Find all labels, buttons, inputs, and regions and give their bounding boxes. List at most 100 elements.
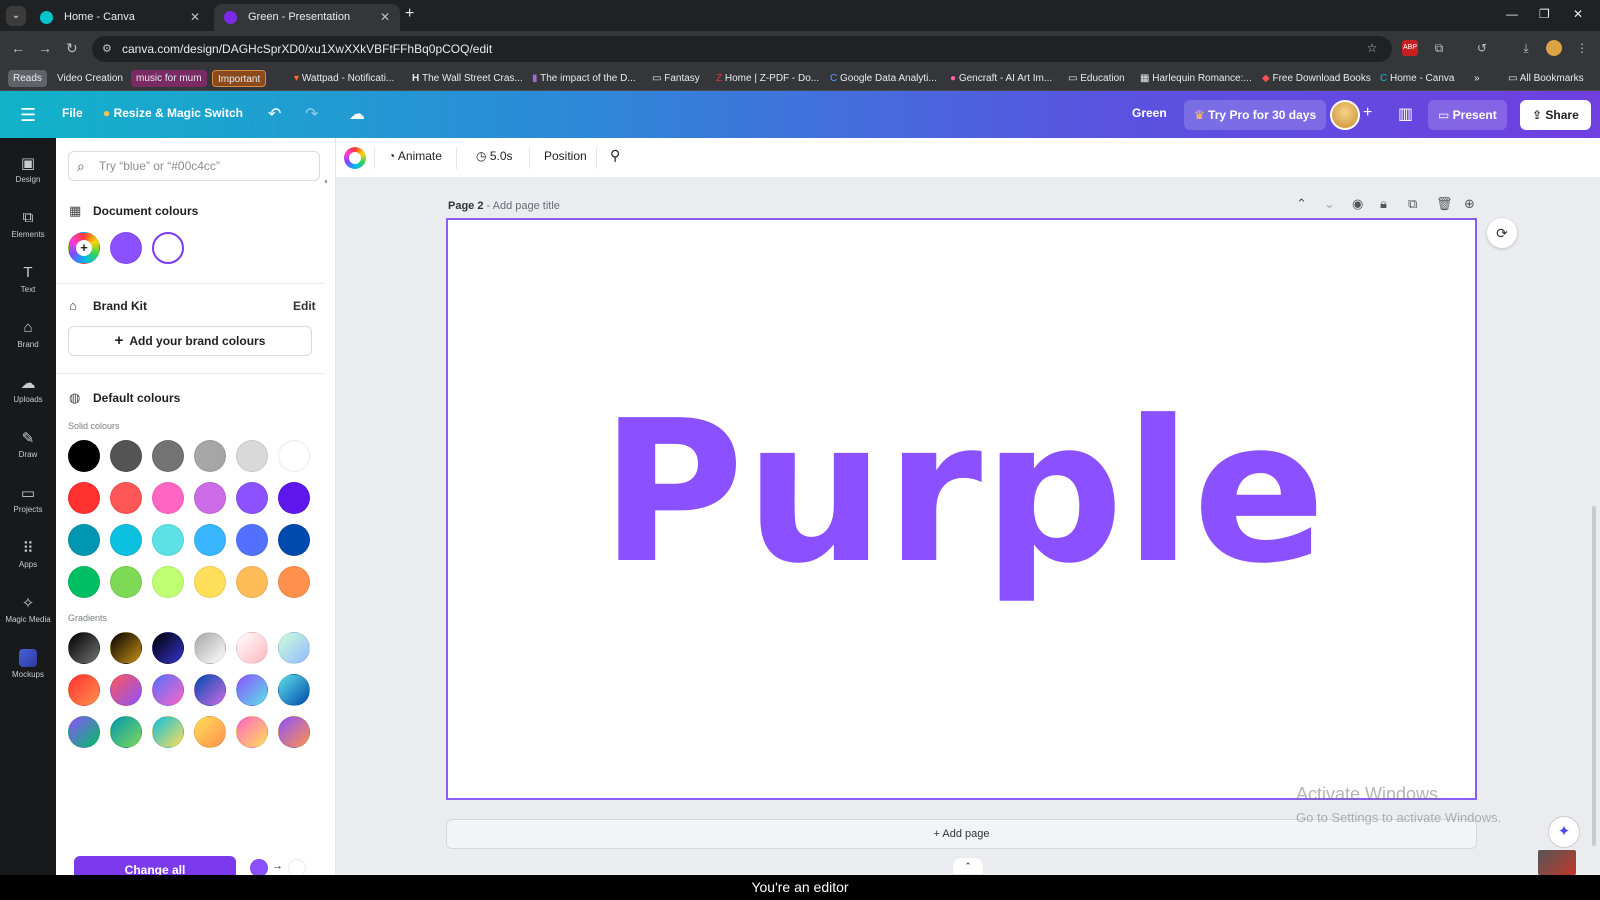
- rail-item-design[interactable]: ▣ Design: [0, 148, 56, 198]
- refresh-icon[interactable]: ⟳: [1487, 218, 1517, 248]
- gradient-swatch[interactable]: [68, 716, 100, 748]
- tab-home-canva[interactable]: Home - Canva ✕: [30, 4, 210, 31]
- page-text-element[interactable]: Purple: [448, 395, 1479, 591]
- solid-colour-swatch[interactable]: [110, 524, 142, 556]
- present-button[interactable]: ▭ Present: [1428, 100, 1507, 130]
- cloud-save-icon[interactable]: ☁: [349, 104, 365, 124]
- reload-icon[interactable]: ↻: [66, 40, 78, 57]
- solid-colour-swatch[interactable]: [236, 524, 268, 556]
- solid-colour-swatch[interactable]: [194, 440, 226, 472]
- change-all-button[interactable]: Change all: [74, 856, 236, 875]
- restore-icon[interactable]: ❐: [1539, 7, 1550, 21]
- new-tab-button[interactable]: +: [405, 5, 414, 23]
- solid-colour-swatch[interactable]: [236, 440, 268, 472]
- solid-colour-swatch[interactable]: [278, 524, 310, 556]
- tab-close-icon[interactable]: ✕: [190, 4, 200, 31]
- animate-button[interactable]: ◔ Animate: [388, 149, 442, 163]
- solid-colour-swatch[interactable]: [194, 524, 226, 556]
- gradient-swatch[interactable]: [110, 674, 142, 706]
- gradient-swatch[interactable]: [110, 716, 142, 748]
- rail-item-draw[interactable]: ✎ Draw: [0, 423, 56, 473]
- gradient-swatch[interactable]: [278, 716, 310, 748]
- document-name[interactable]: Green: [1132, 106, 1167, 120]
- solid-colour-swatch[interactable]: [68, 482, 100, 514]
- gradient-swatch[interactable]: [110, 632, 142, 664]
- text-colour-picker-icon[interactable]: [344, 147, 366, 169]
- solid-colour-swatch[interactable]: [278, 482, 310, 514]
- move-page-down-icon[interactable]: ⌄: [1324, 196, 1335, 212]
- bookmark-reads[interactable]: Reads: [8, 70, 47, 87]
- bookmark-wsj[interactable]: H The Wall Street Cras...: [408, 70, 527, 87]
- rail-item-uploads[interactable]: ☁ Uploads: [0, 368, 56, 418]
- panel-scrollbar[interactable]: [325, 180, 327, 183]
- history-icon[interactable]: ↺: [1474, 40, 1490, 56]
- url-field[interactable]: ⚙ canva.com/design/DAGHcSprXD0/xu1XwXXkV…: [92, 36, 1392, 62]
- delete-page-icon[interactable]: 🗑︎: [1436, 196, 1453, 212]
- add-brand-colours-button[interactable]: + Add your brand colours: [68, 326, 312, 356]
- copy-style-icon[interactable]: ⚲: [610, 147, 620, 164]
- page-label[interactable]: Page 2 - Add page title: [448, 200, 560, 212]
- rail-item-apps[interactable]: ⠿ Apps: [0, 533, 56, 583]
- gradient-swatch[interactable]: [278, 674, 310, 706]
- magic-assistant-icon[interactable]: ✦: [1548, 816, 1580, 848]
- solid-colour-swatch[interactable]: [278, 566, 310, 598]
- bookmark-fantasy[interactable]: ▭ Fantasy: [648, 70, 704, 87]
- bookmark-impact[interactable]: ▮ The impact of the D...: [528, 70, 640, 87]
- download-icon[interactable]: ⤓: [1518, 40, 1534, 56]
- gradient-swatch[interactable]: [236, 716, 268, 748]
- file-menu[interactable]: File: [62, 106, 83, 120]
- gradient-swatch[interactable]: [194, 674, 226, 706]
- solid-colour-swatch[interactable]: [110, 440, 142, 472]
- bookmark-google-data[interactable]: C Google Data Analyti...: [826, 70, 941, 87]
- gradient-swatch[interactable]: [236, 674, 268, 706]
- gradient-swatch[interactable]: [194, 632, 226, 664]
- gradient-swatch[interactable]: [152, 632, 184, 664]
- tab-close-icon[interactable]: ✕: [380, 4, 390, 31]
- bookmark-music-for-mum[interactable]: music for mum: [131, 70, 207, 87]
- solid-colour-swatch[interactable]: [194, 482, 226, 514]
- tab-search-button[interactable]: ⌄: [6, 6, 26, 26]
- forward-icon[interactable]: →: [38, 40, 52, 56]
- solid-colour-swatch[interactable]: [194, 566, 226, 598]
- brand-kit-edit-button[interactable]: Edit: [293, 299, 316, 313]
- design-page[interactable]: Purple: [446, 218, 1477, 800]
- duration-button[interactable]: ◷ 5.0s: [476, 149, 513, 163]
- solid-colour-swatch[interactable]: [152, 482, 184, 514]
- bookmark-important[interactable]: Important: [212, 70, 267, 87]
- solid-colour-swatch[interactable]: [152, 524, 184, 556]
- duplicate-page-icon[interactable]: ⧉: [1408, 196, 1417, 212]
- undo-icon[interactable]: ↶: [268, 104, 281, 124]
- gradient-swatch[interactable]: [152, 674, 184, 706]
- add-collaborator-icon[interactable]: +: [1363, 104, 1372, 122]
- solid-colour-swatch[interactable]: [152, 566, 184, 598]
- browser-menu-icon[interactable]: ⋮: [1574, 40, 1590, 56]
- bookmark-all[interactable]: ▭ All Bookmarks: [1504, 70, 1588, 87]
- document-colour-swatch[interactable]: [110, 232, 142, 264]
- add-colour-button[interactable]: +: [68, 232, 100, 264]
- try-pro-button[interactable]: ♛ Try Pro for 30 days: [1184, 100, 1327, 130]
- gradient-swatch[interactable]: [68, 674, 100, 706]
- solid-colour-swatch[interactable]: [110, 482, 142, 514]
- gradient-swatch[interactable]: [152, 716, 184, 748]
- more-bookmarks-icon[interactable]: »: [1470, 70, 1484, 87]
- lock-icon[interactable]: 🔒︎: [1380, 196, 1387, 212]
- tab-green-presentation[interactable]: Green - Presentation ✕: [214, 4, 400, 31]
- bookmark-free-books[interactable]: ◆ Free Download Books: [1258, 70, 1375, 87]
- redo-icon[interactable]: ↷: [305, 104, 318, 124]
- gradient-swatch[interactable]: [236, 632, 268, 664]
- adblock-extension-icon[interactable]: ABP: [1402, 40, 1418, 56]
- solid-colour-swatch[interactable]: [68, 524, 100, 556]
- rail-item-projects[interactable]: ▭ Projects: [0, 478, 56, 528]
- rail-item-brand[interactable]: ⌂ Brand: [0, 313, 56, 363]
- bookmark-education[interactable]: ▭ Education: [1064, 70, 1129, 87]
- add-page-icon[interactable]: ⊕: [1464, 196, 1475, 212]
- bookmark-harlequin[interactable]: ▦ Harlequin Romance:...: [1136, 70, 1256, 87]
- solid-colour-swatch[interactable]: [236, 482, 268, 514]
- share-button[interactable]: ⇪ Share: [1520, 100, 1591, 130]
- avatar[interactable]: [1330, 100, 1360, 130]
- rail-item-magic-media[interactable]: ✧ Magic Media: [0, 588, 56, 638]
- site-info-icon[interactable]: ⚙: [102, 36, 112, 62]
- solid-colour-swatch[interactable]: [110, 566, 142, 598]
- gradient-swatch[interactable]: [278, 632, 310, 664]
- bookmark-wattpad[interactable]: ▾ Wattpad - Notificati...: [290, 70, 398, 87]
